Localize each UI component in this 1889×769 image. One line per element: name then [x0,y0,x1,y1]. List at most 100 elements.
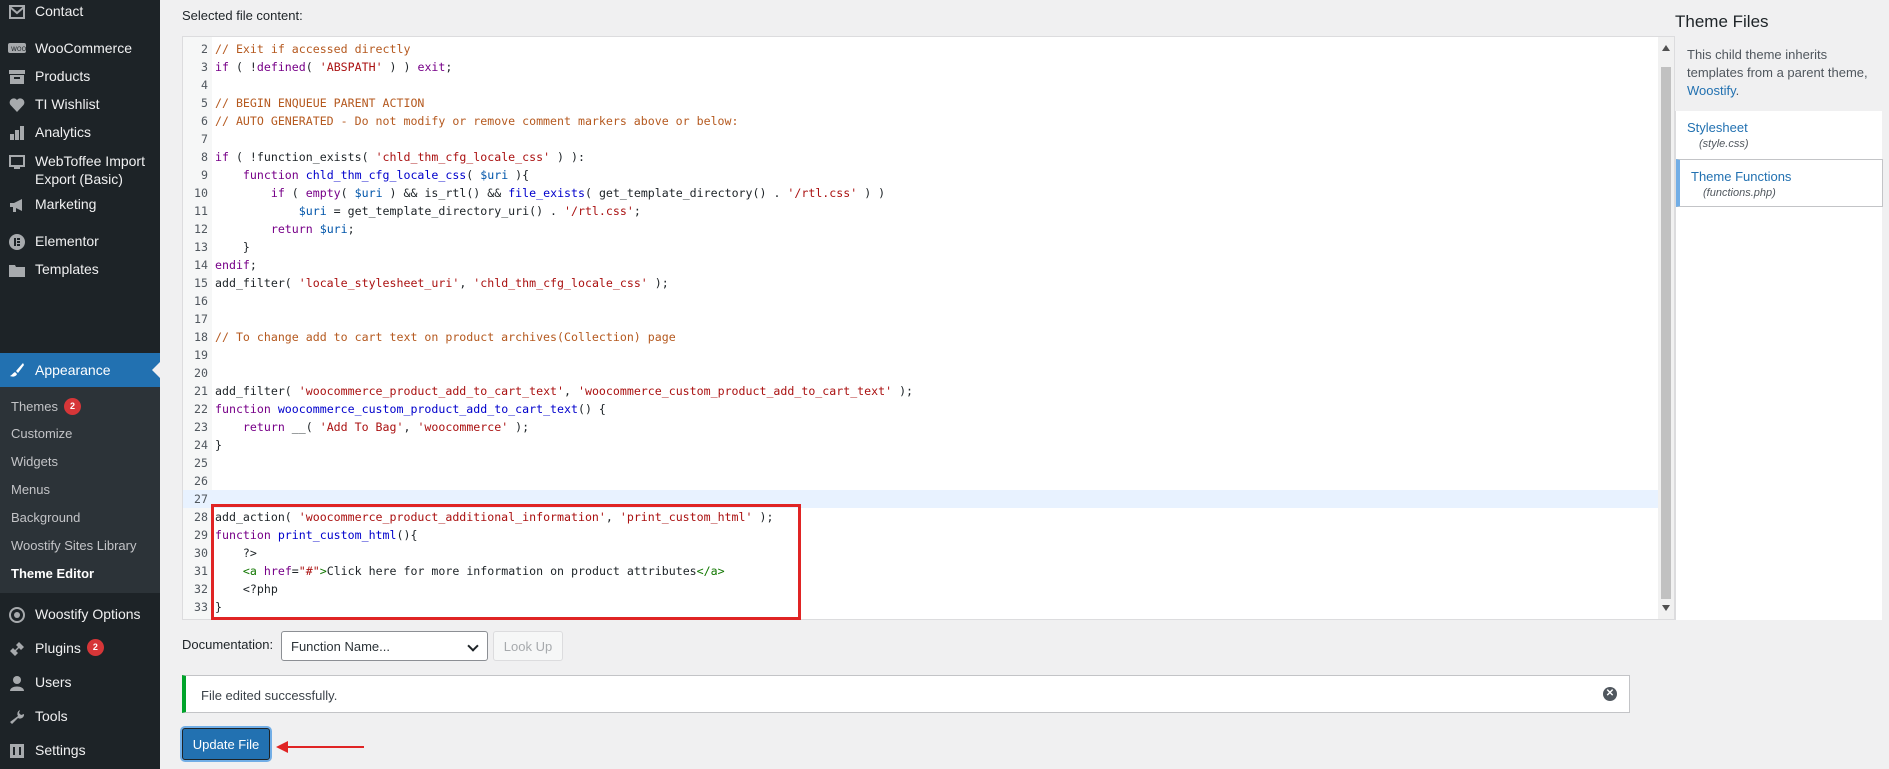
file-name: Theme Functions [1691,169,1792,184]
menu-item-contact[interactable]: Contact [0,2,160,22]
menu-item-woocommerce[interactable]: WOO WooCommerce [0,39,160,59]
code-line[interactable]: 17 [183,310,1659,328]
code-line[interactable]: 30 ?> [183,544,1659,562]
code-line[interactable]: 18 // To change add to cart text on produ… [183,328,1659,346]
menu-item-appearance[interactable]: Appearance [0,353,160,387]
file-item-theme-functions[interactable]: Theme Functions (functions.php) [1676,159,1883,207]
code-line[interactable]: 33} [183,598,1659,616]
scroll-thumb[interactable] [1661,67,1671,599]
code-token: , [564,384,578,398]
code-lines[interactable]: 2 // Exit if accessed directly 3 if ( !defi… [183,40,1659,616]
archive-icon [7,67,27,87]
code-token: add_filter( [215,384,299,398]
dismiss-icon[interactable]: ✕ [1603,687,1617,701]
code-token: } [215,438,222,452]
code-line[interactable]: 22 function woocommerce_custom_product_ad… [183,400,1659,418]
menu-item-analytics[interactable]: Analytics [0,123,160,143]
submenu-item-themes[interactable]: Themes 2 [11,398,81,415]
line-number: 18 [194,330,208,344]
submenu-item-menus[interactable]: Menus [11,482,50,497]
code-line[interactable]: 19 [183,346,1659,364]
submenu-item-woostify-sites-library[interactable]: Woostify Sites Library [11,538,136,553]
code-token: () { [577,402,606,416]
code-line[interactable]: 27 [183,490,1659,508]
menu-item-settings[interactable]: Settings [0,741,160,761]
elementor-icon [7,232,27,252]
update-file-button[interactable]: Update File [182,728,270,760]
code-token: function [242,168,299,182]
menu-item-woostify-options[interactable]: Woostify Options [0,605,160,625]
code-line[interactable]: 9 function chld_thm_cfg_locale_css( $uri… [183,166,1659,184]
code-line[interactable]: 7 [183,130,1659,148]
submenu-item-background[interactable]: Background [11,510,80,525]
code-token: 'locale_stylesheet_uri' [298,276,460,290]
scroll-up-arrow-icon[interactable] [1662,45,1670,51]
code-line[interactable]: 21 add_filter( 'woocommerce_product_add_t… [183,382,1659,400]
menu-item-templates[interactable]: Templates [0,260,160,280]
code-token: '/rtl.css' [787,186,858,200]
menu-item-ti-wishlist[interactable]: TI Wishlist [0,95,160,115]
code-line[interactable]: 32 <?php [183,580,1659,598]
line-number: 32 [194,582,208,596]
menu-item-label: Settings [35,742,86,758]
code-line[interactable]: 23 return __( 'Add To Bag', 'woocommerce… [183,418,1659,436]
code-line[interactable]: 5 // BEGIN ENQUEUE PARENT ACTION [183,94,1659,112]
code-line[interactable]: 26 [183,472,1659,490]
code-line[interactable]: 16 [183,292,1659,310]
code-line[interactable]: 15 add_filter( 'locale_stylesheet_uri', '… [183,274,1659,292]
line-number: 33 [194,600,208,614]
code-line[interactable]: 8 if ( !function_exists( 'chld_thm_cfg_lo… [183,148,1659,166]
submenu-item-widgets[interactable]: Widgets [11,454,58,469]
menu-item-users[interactable]: Users [0,673,160,693]
code-line[interactable]: 12 return $uri; [183,220,1659,238]
code-line[interactable]: 2 // Exit if accessed directly [183,40,1659,58]
description-text: This child theme inherits templates from… [1687,47,1868,80]
code-line[interactable]: 20 [183,364,1659,382]
wrench-icon [7,707,27,727]
menu-item-label: Products [35,68,91,84]
parent-theme-link[interactable]: Woostify [1687,83,1736,98]
menu-item-plugins[interactable]: Plugins 2 [0,639,160,659]
code-line[interactable]: 24} [183,436,1659,454]
code-line[interactable]: 3 if ( !defined( 'ABSPATH' ) ) exit; [183,58,1659,76]
code-line[interactable]: 6 // AUTO GENERATED - Do not modify or re… [183,112,1659,130]
code-token: ); [647,276,669,290]
line-code: add_action( 'woocommerce_product_additio… [212,508,773,526]
menu-item-products[interactable]: Products [0,67,160,87]
code-line[interactable]: 25 [183,454,1659,472]
line-code: add_filter( 'locale_stylesheet_uri', 'ch… [212,274,669,292]
menu-item-marketing[interactable]: Marketing [0,195,160,215]
code-token: function [215,402,271,416]
menu-item-tools[interactable]: Tools [0,707,160,727]
look-up-button[interactable]: Look Up [493,631,563,661]
file-item-stylesheet[interactable]: Stylesheet (style.css) [1676,111,1883,159]
code-line[interactable]: 4 [183,76,1659,94]
line-number: 13 [194,240,208,254]
line-number: 25 [194,456,208,470]
function-name-select[interactable]: Function Name... [281,631,488,661]
code-line[interactable]: 13 } [183,238,1659,256]
code-line[interactable]: 10 if ( empty( $uri ) && is_rtl() && fil… [183,184,1659,202]
submenu-item-customize[interactable]: Customize [11,426,72,441]
line-number: 14 [194,258,208,272]
code-line[interactable]: 31 <a href="#">Click here for more infor… [183,562,1659,580]
code-line[interactable]: 28 add_action( 'woocommerce_product_addit… [183,508,1659,526]
code-editor[interactable]: 2 // Exit if accessed directly 3 if ( !defi… [182,36,1675,620]
editor-scrollbar[interactable] [1658,37,1674,619]
code-line[interactable]: 11 $uri = get_template_directory_uri() .… [183,202,1659,220]
menu-item-webtoffee[interactable]: WebToffee Import Export (Basic) [0,152,160,188]
code-line[interactable]: 29 function print_custom_html(){ [183,526,1659,544]
code-line[interactable]: 14 endif; [183,256,1659,274]
settings-icon [7,741,27,761]
line-code: <a href="#">Click here for more informat… [212,562,725,580]
submenu-item-theme-editor[interactable]: Theme Editor [11,566,94,581]
code-token: 'woocommerce_product_add_to_cart_text' [298,384,565,398]
menu-item-elementor[interactable]: Elementor [0,232,160,252]
scroll-down-arrow-icon[interactable] [1662,605,1670,611]
line-code: $uri = get_template_directory_uri() . '/… [212,202,641,220]
code-token: ); [892,384,914,398]
